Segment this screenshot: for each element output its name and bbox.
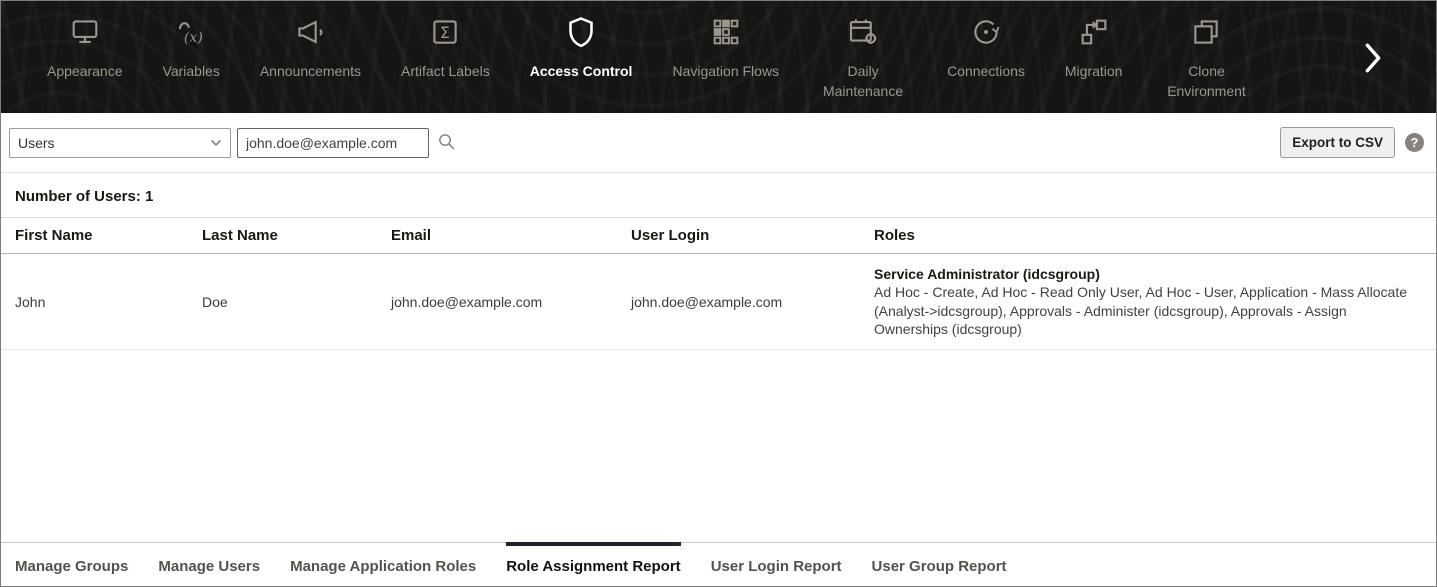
column-header-email[interactable]: Email [377,227,617,244]
table-header-row: First Name Last Name Email User Login Ro… [1,217,1436,254]
topnav-item-appearance[interactable]: Appearance [27,1,143,81]
topnav-item-announcements[interactable]: Announcements [240,1,381,81]
tab-role-assignment-report[interactable]: Role Assignment Report [506,542,680,586]
cell-user-login: john.doe@example.com [617,294,860,310]
help-icon[interactable]: ? [1405,133,1424,152]
nav-label: Navigation Flows [672,61,779,81]
svg-text:(x): (x) [184,30,203,46]
topnav-item-migration[interactable]: Migration [1045,1,1143,81]
nav-label: Connections [947,61,1025,81]
access-control-page: Appearance (x) Variables Announcemen [0,0,1437,587]
search-icon [437,132,456,154]
topnav-item-navigation-flows[interactable]: Navigation Flows [652,1,799,81]
connections-icon [969,13,1003,51]
topnav-item-variables[interactable]: (x) Variables [143,1,240,81]
nav-label: Artifact Labels [401,61,490,81]
column-header-first-name[interactable]: First Name [1,227,188,244]
topnav-item-daily-maintenance[interactable]: Daily Maintenance [799,1,927,102]
nav-label: Variables [163,61,220,81]
filter-type-value: Users [18,135,55,151]
column-header-roles[interactable]: Roles [860,227,1436,244]
nav-label: Clone Environment [1162,61,1250,102]
nav-label: Migration [1065,61,1123,81]
table-row[interactable]: John Doe john.doe@example.com john.doe@e… [1,254,1436,350]
column-header-last-name[interactable]: Last Name [188,227,377,244]
user-count-summary: Number of Users: 1 [1,173,1436,217]
search-input[interactable] [237,128,429,158]
report-toolbar: Users Export to CSV ? [1,113,1436,173]
nav-label: Announcements [260,61,361,81]
nav-label: Access Control [530,61,633,81]
variables-icon: (x) [174,13,208,51]
topnav-item-artifact-labels[interactable]: Σ Artifact Labels [381,1,510,81]
export-to-csv-button[interactable]: Export to CSV [1280,127,1395,158]
cell-email: john.doe@example.com [377,294,617,310]
topnav-item-clone-environment[interactable]: Clone Environment [1142,1,1270,102]
topnav-item-access-control[interactable]: Access Control [510,1,653,81]
appearance-icon [68,13,102,51]
roles-detail-text: Ad Hoc - Create, Ad Hoc - Read Only User… [874,283,1412,338]
chevron-right-icon [1362,41,1384,80]
chevron-down-icon [210,139,222,147]
svg-text:Σ: Σ [440,24,450,42]
tab-manage-application-roles[interactable]: Manage Application Roles [290,542,476,586]
clone-environment-icon [1189,13,1223,51]
nav-scroll-next-button[interactable] [1362,41,1384,80]
topnav-item-connections[interactable]: Connections [927,1,1045,81]
cell-first-name: John [1,294,188,310]
nav-label: Appearance [47,61,123,81]
daily-maintenance-icon [846,13,880,51]
filter-type-dropdown[interactable]: Users [9,128,231,158]
top-navigation-bar: Appearance (x) Variables Announcemen [1,1,1436,113]
tab-user-login-report[interactable]: User Login Report [711,542,842,586]
bottom-tab-strip: Manage Groups Manage Users Manage Applic… [1,542,1436,586]
navigation-flows-icon [709,13,743,51]
announcements-icon [293,13,327,51]
cell-roles: Service Administrator (idcsgroup) Ad Hoc… [860,265,1436,339]
column-header-user-login[interactable]: User Login [617,227,860,244]
nav-label: Daily Maintenance [819,61,907,102]
access-control-icon [563,13,599,51]
tab-manage-groups[interactable]: Manage Groups [15,542,128,586]
artifact-labels-icon: Σ [428,13,462,51]
tab-user-group-report[interactable]: User Group Report [872,542,1007,586]
search-button[interactable] [437,132,456,154]
tab-manage-users[interactable]: Manage Users [158,542,260,586]
roles-group-title: Service Administrator (idcsgroup) [874,265,1412,283]
top-nav-items: Appearance (x) Variables Announcemen [1,1,1270,102]
migration-icon [1077,13,1111,51]
cell-last-name: Doe [188,294,377,310]
